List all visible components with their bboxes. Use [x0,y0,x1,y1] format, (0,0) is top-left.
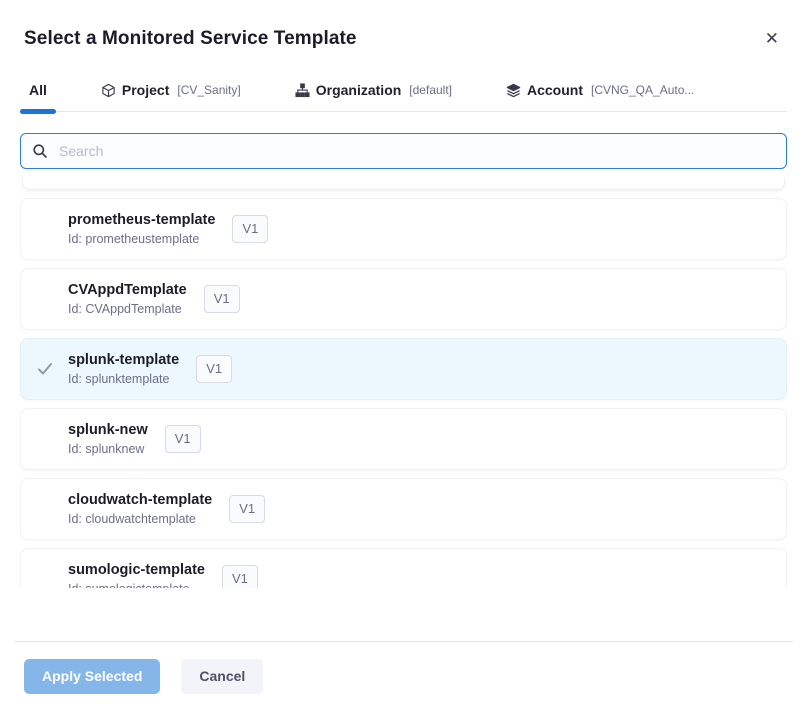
template-list-item[interactable]: splunk-new Id: splunknew V1 [20,408,787,470]
version-badge: V1 [196,355,232,384]
template-id: Id: CVAppdTemplate [68,302,187,317]
tab-account-scope: [CVNG_QA_Auto... [591,83,694,97]
tab-organization-scope: [default] [409,83,452,97]
template-name: prometheus-template [68,211,215,229]
tab-project-scope: [CV_Sanity] [177,83,240,97]
close-icon[interactable]: ✕ [763,28,781,49]
template-list-item[interactable]: CVAppdTemplate Id: CVAppdTemplate V1 [20,268,787,330]
layers-icon [506,83,521,98]
tab-all-label: All [29,82,47,98]
template-id: Id: splunktemplate [68,372,179,387]
template-meta: sumologic-template Id: sumologictemplate [68,561,205,588]
search-icon [32,143,48,159]
template-meta: splunk-new Id: splunknew [68,421,148,457]
template-list-item[interactable]: splunk-template Id: splunktemplate V1 [20,338,787,400]
template-select-modal: Select a Monitored Service Template ✕ Al… [0,0,807,712]
version-badge: V1 [222,565,258,588]
template-name: sumologic-template [68,561,205,579]
template-name: CVAppdTemplate [68,281,187,299]
template-id: Id: splunknew [68,442,148,457]
tab-organization-label: Organization [316,82,402,98]
version-badge: V1 [232,215,268,244]
template-list: prometheus-template Id: prometheustempla… [20,177,787,588]
tab-all[interactable]: All [20,74,56,111]
page-title: Select a Monitored Service Template [24,28,783,50]
template-name: splunk-new [68,421,148,439]
version-badge: V1 [165,425,201,454]
sitemap-icon [295,83,310,98]
tab-account[interactable]: Account [CVNG_QA_Auto... [497,74,703,111]
modal-footer: Apply Selected Cancel [0,642,807,694]
cube-icon [101,83,116,98]
version-badge: V1 [229,495,265,524]
cancel-button[interactable]: Cancel [181,659,263,694]
search-input[interactable] [57,142,775,160]
template-name: splunk-template [68,351,179,369]
tab-account-label: Account [527,82,583,98]
template-list-item[interactable]: cloudwatch-template Id: cloudwatchtempla… [20,478,787,540]
template-id: Id: cloudwatchtemplate [68,512,212,527]
template-list-item[interactable]: prometheus-template Id: prometheustempla… [20,198,787,260]
checkmark-icon [21,360,68,378]
template-meta: CVAppdTemplate Id: CVAppdTemplate [68,281,187,317]
apply-selected-button[interactable]: Apply Selected [24,659,160,694]
modal-header: Select a Monitored Service Template ✕ [0,0,807,50]
scope-tabs: All Project [CV_Sanity] [20,74,787,112]
list-item-partial [22,177,785,190]
template-meta: splunk-template Id: splunktemplate [68,351,179,387]
tab-project-label: Project [122,82,169,98]
tab-organization[interactable]: Organization [default] [286,74,461,111]
template-id: Id: prometheustemplate [68,232,215,247]
template-meta: cloudwatch-template Id: cloudwatchtempla… [68,491,212,527]
template-list-item[interactable]: sumologic-template Id: sumologictemplate… [20,548,787,588]
template-id: Id: sumologictemplate [68,582,205,588]
version-badge: V1 [204,285,240,314]
template-name: cloudwatch-template [68,491,212,509]
template-meta: prometheus-template Id: prometheustempla… [68,211,215,247]
tab-project[interactable]: Project [CV_Sanity] [92,74,250,111]
search-box [20,133,787,169]
